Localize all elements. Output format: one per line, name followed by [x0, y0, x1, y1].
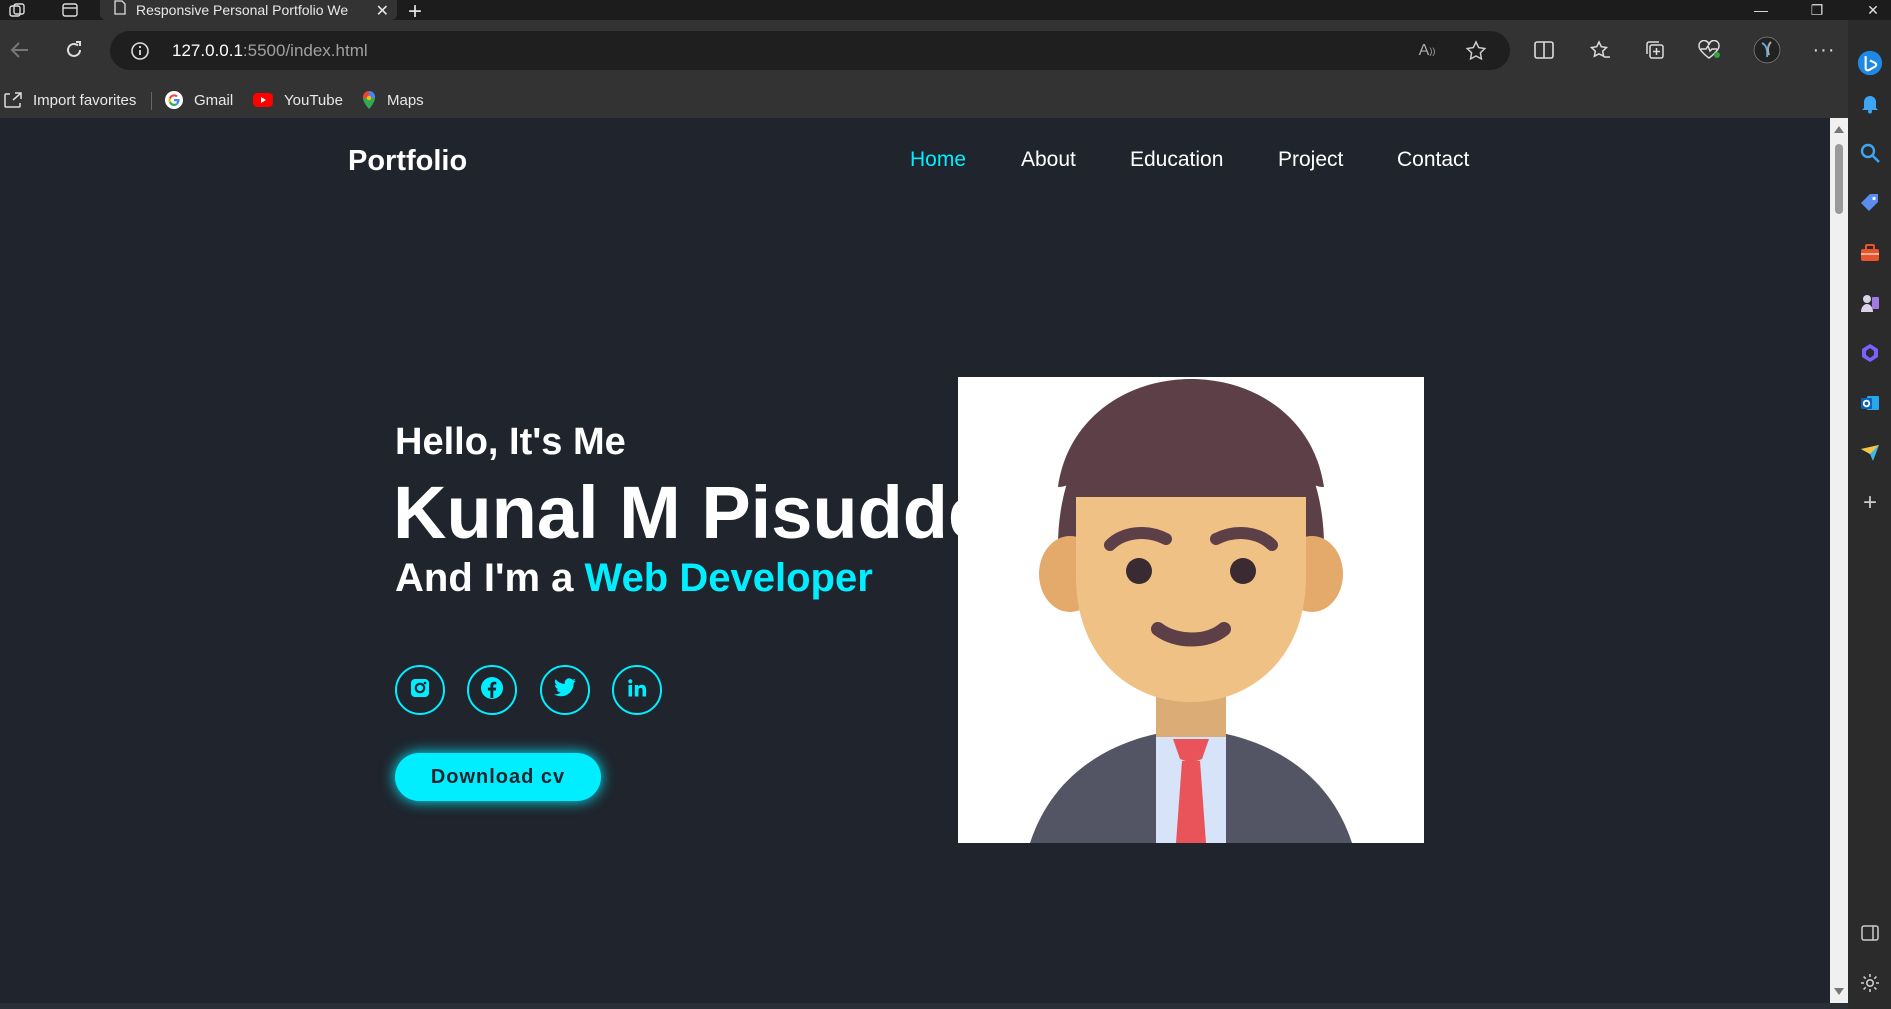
- twitter-button[interactable]: [540, 665, 590, 715]
- favorite-import[interactable]: Import favorites: [3, 88, 136, 112]
- collections-icon[interactable]: [1637, 32, 1673, 68]
- search-icon[interactable]: [1857, 140, 1883, 166]
- shopping-tag-icon[interactable]: [1857, 190, 1883, 216]
- restore-icon[interactable]: ❐: [1797, 0, 1837, 20]
- instagram-button[interactable]: [395, 665, 445, 715]
- tab-title: Responsive Personal Portfolio We: [136, 2, 349, 18]
- minimize-icon[interactable]: —: [1741, 0, 1781, 20]
- instagram-icon: [409, 677, 431, 704]
- browser-essentials-icon[interactable]: [1691, 32, 1727, 68]
- download-cv-button[interactable]: Download cv: [395, 753, 601, 801]
- more-options-icon[interactable]: ···: [1806, 32, 1842, 68]
- read-aloud-icon[interactable]: A)): [1415, 39, 1439, 63]
- nav-education[interactable]: Education: [1130, 148, 1223, 172]
- copilot-icon[interactable]: [1857, 50, 1883, 76]
- settings-gear-icon[interactable]: [1857, 970, 1883, 996]
- profile-avatar[interactable]: [1749, 32, 1785, 68]
- nav-contact[interactable]: Contact: [1397, 148, 1469, 172]
- favorite-label: YouTube: [284, 91, 343, 109]
- favorite-label: Import favorites: [33, 91, 137, 109]
- page-scrollbar[interactable]: [1830, 118, 1848, 1003]
- page-icon: [114, 0, 126, 20]
- scroll-thumb[interactable]: [1835, 144, 1843, 214]
- notifications-icon[interactable]: [1857, 90, 1883, 116]
- favorite-youtube[interactable]: YouTube: [252, 88, 343, 112]
- browser-window: Responsive Personal Portfolio We ✕ + — ❐…: [0, 0, 1891, 1009]
- close-window-icon[interactable]: ✕: [1853, 0, 1891, 20]
- site-info-icon[interactable]: [130, 41, 150, 66]
- favorite-star-icon[interactable]: [1464, 39, 1488, 63]
- close-tab-icon[interactable]: ✕: [376, 1, 389, 21]
- favorites-bar: Import favorites Gmail YouTube Maps: [0, 82, 1891, 118]
- scroll-up-arrow-icon[interactable]: [1834, 126, 1844, 133]
- nav-project[interactable]: Project: [1278, 148, 1343, 172]
- hero-name: Kunal M Pisudde: [393, 471, 990, 554]
- nav-home[interactable]: Home: [910, 148, 966, 172]
- linkedin-button[interactable]: [612, 665, 662, 715]
- hero-greeting: Hello, It's Me: [395, 421, 626, 463]
- favorites-icon[interactable]: [1582, 32, 1618, 68]
- url-path: :5500/index.html: [242, 41, 368, 60]
- facebook-icon: [480, 676, 504, 705]
- favorite-gmail[interactable]: Gmail: [164, 88, 233, 112]
- favorites-divider: [151, 92, 152, 110]
- favorite-maps[interactable]: Maps: [361, 88, 424, 112]
- hero-role: And I'm a Web Developer: [395, 556, 873, 601]
- microsoft-365-icon[interactable]: [1857, 340, 1883, 366]
- edge-sidebar: +: [1848, 20, 1891, 1009]
- role-accent: Web Developer: [584, 556, 873, 600]
- games-icon[interactable]: [1857, 290, 1883, 316]
- google-icon: [164, 90, 184, 110]
- vertical-tabs-icon[interactable]: [53, 0, 87, 20]
- favorite-label: Maps: [387, 91, 424, 109]
- twitter-icon: [553, 677, 577, 703]
- address-bar[interactable]: 127.0.0.1:5500/index.html A)): [110, 31, 1510, 70]
- address-toolbar: 127.0.0.1:5500/index.html A)) ···: [0, 20, 1891, 82]
- outlook-icon[interactable]: [1857, 390, 1883, 416]
- split-screen-icon[interactable]: [1526, 32, 1562, 68]
- tools-briefcase-icon[interactable]: [1857, 240, 1883, 266]
- role-prefix: And I'm a: [395, 556, 585, 600]
- tab-bar: Responsive Personal Portfolio We ✕ + — ❐…: [0, 0, 1891, 25]
- site-header: Portfolio Home About Education Project C…: [0, 118, 1830, 203]
- page-viewport: Portfolio Home About Education Project C…: [0, 118, 1830, 1003]
- import-icon: [3, 91, 23, 109]
- hide-sidebar-icon[interactable]: [1857, 920, 1883, 946]
- workspaces-icon[interactable]: [0, 0, 34, 20]
- add-sidebar-app-icon[interactable]: +: [1857, 489, 1883, 516]
- back-icon[interactable]: [2, 32, 38, 68]
- nav-about[interactable]: About: [1021, 148, 1076, 172]
- profile-image: [958, 377, 1424, 843]
- url-text[interactable]: 127.0.0.1:5500/index.html: [172, 41, 368, 61]
- youtube-icon: [252, 92, 274, 108]
- scroll-down-arrow-icon[interactable]: [1834, 988, 1844, 995]
- favorite-label: Gmail: [194, 91, 234, 109]
- site-logo[interactable]: Portfolio: [348, 145, 467, 178]
- linkedin-icon: [627, 678, 647, 703]
- window-bottom-edge: [0, 1003, 1848, 1009]
- refresh-icon[interactable]: [56, 32, 92, 68]
- url-host: 127.0.0.1: [172, 41, 243, 60]
- maps-icon: [361, 90, 377, 110]
- drop-icon[interactable]: [1857, 440, 1883, 466]
- facebook-button[interactable]: [467, 665, 517, 715]
- tab-active[interactable]: Responsive Personal Portfolio We ✕: [100, 0, 397, 20]
